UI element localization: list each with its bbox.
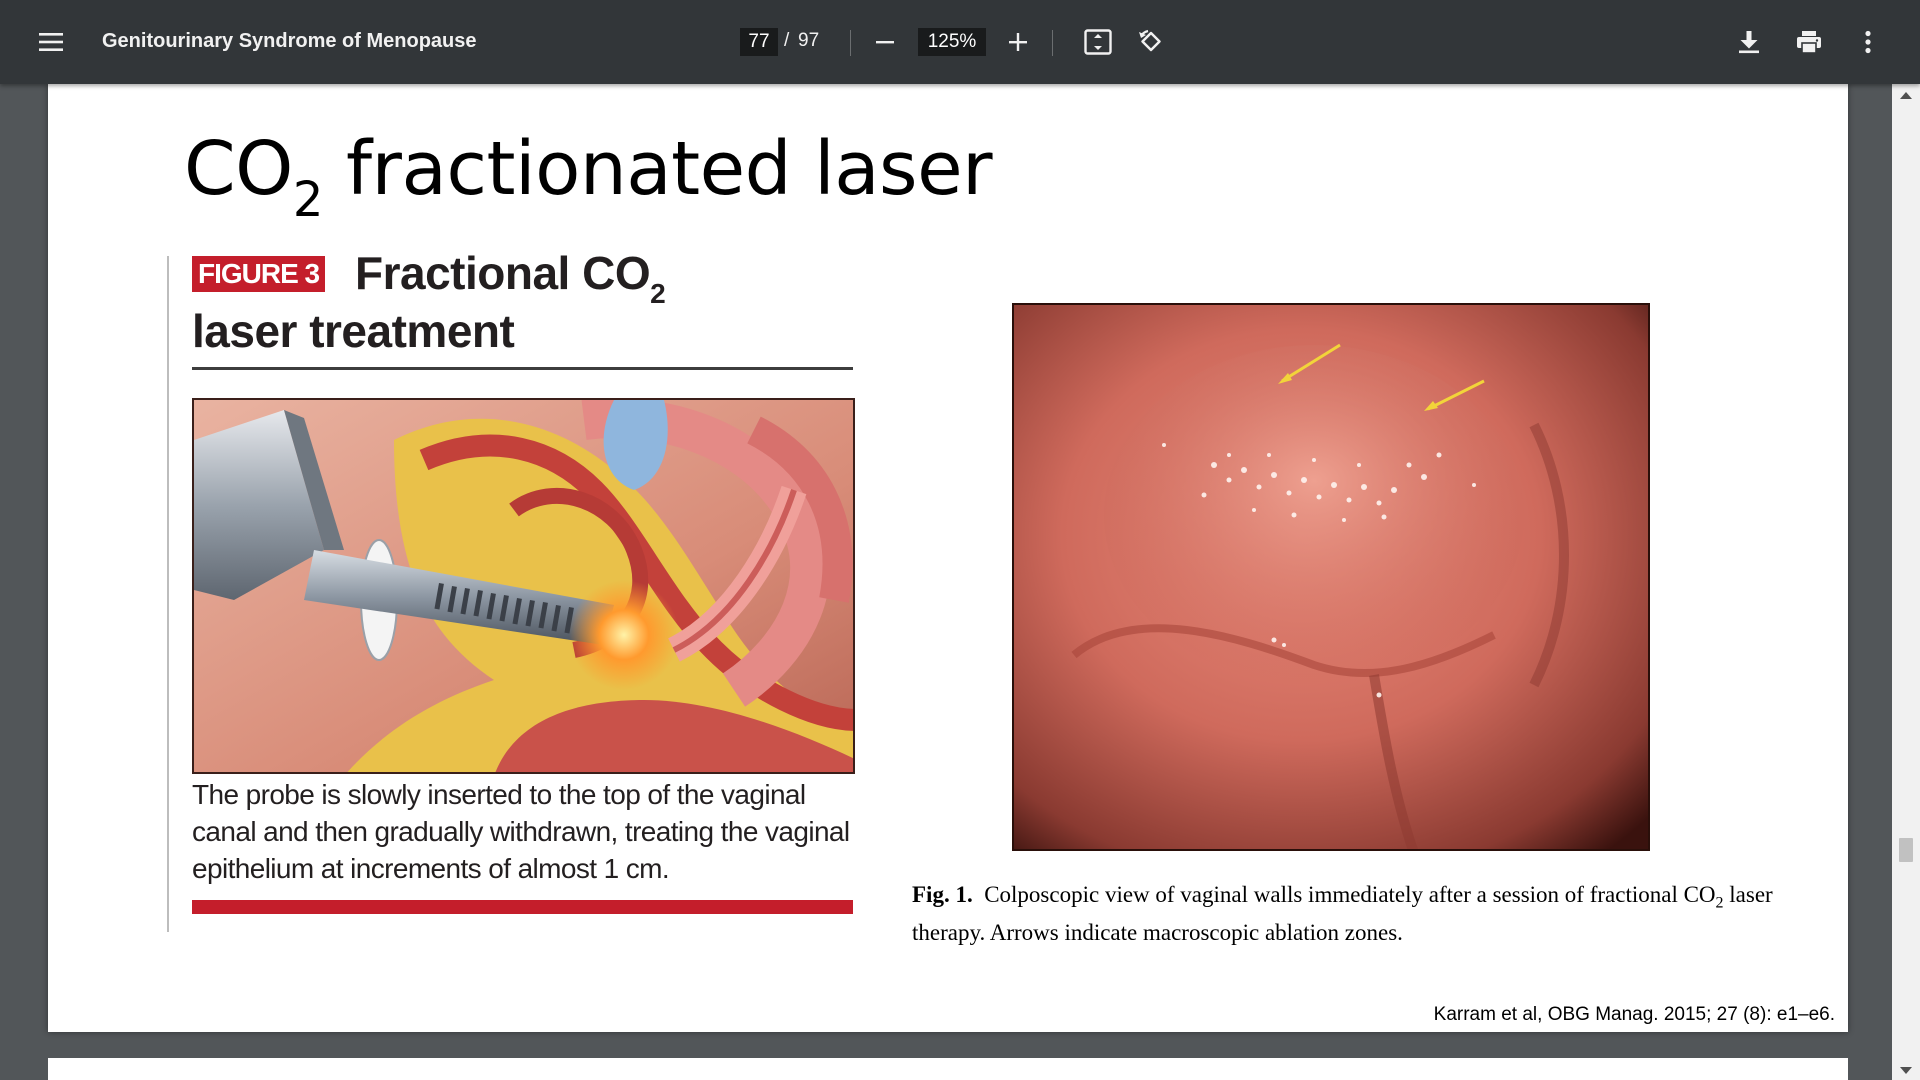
print-icon [1797,31,1821,54]
title-subscript: 2 [292,172,324,228]
download-button[interactable] [1729,22,1769,62]
zoom-out-icon [876,41,894,44]
photo-caption-label: Fig. 1. [912,882,973,907]
zoom-in-icon [1009,33,1027,51]
zoom-level-input[interactable]: 125% [918,28,986,56]
figure-heading: Fractional CO2 [355,246,666,310]
title-rest: fractionated laser [322,126,993,212]
figure-caption: The probe is slowly inserted to the top … [192,779,850,884]
figure-heading-subscript: 2 [650,278,666,309]
menu-icon [39,33,63,51]
photo-caption-text: Colposcopic view of vaginal walls immedi… [984,882,1716,907]
pdf-page: CO2 fractionated laser FIGURE 3 Fraction… [48,84,1848,1032]
toolbar-divider [850,30,851,56]
menu-button[interactable] [31,22,71,62]
photo-caption-subscript: 2 [1715,894,1724,912]
rotate-icon [1139,29,1161,52]
fit-page-button[interactable] [1078,22,1118,62]
more-vert-icon [1865,30,1871,54]
vertical-scrollbar[interactable] [1892,84,1920,1080]
photo-caption: Fig. 1. Colposcopic view of vaginal wall… [912,880,1792,947]
page-separator: / [784,30,790,51]
figure-heading-line2: laser treatment [192,305,515,357]
figure-rule [192,367,853,370]
laser-probe-illustration [192,398,855,774]
next-pdf-page [48,1058,1848,1080]
rotate-button[interactable] [1131,22,1171,62]
more-options-button[interactable] [1848,22,1888,62]
zoom-out-button[interactable] [865,22,905,62]
title-main: CO [184,126,293,212]
figure-divider-line [167,256,169,932]
page-total: 97 [798,30,820,51]
figure-red-bar [192,900,853,914]
scrollbar-thumb[interactable] [1899,838,1913,862]
document-title: Genitourinary Syndrome of Menopause [102,30,477,52]
citation: Karram et al, OBG Manag. 2015; 27 (8): e… [1433,1004,1835,1025]
figure-badge: FIGURE 3 [192,256,326,292]
download-icon [1739,31,1759,54]
figure-heading-text: Fractional CO [355,247,651,299]
toolbar-divider [1052,30,1053,56]
page-number-input[interactable]: 77 [740,28,778,56]
scroll-down-arrow-icon[interactable] [1900,1067,1912,1074]
slide-title: CO2 fractionated laser [184,126,993,228]
colposcopic-photo [1012,303,1650,851]
zoom-in-button[interactable] [998,22,1038,62]
fit-page-icon [1084,29,1112,55]
scroll-up-arrow-icon[interactable] [1900,92,1912,99]
pdf-toolbar: Genitourinary Syndrome of Menopause 77 /… [0,0,1920,84]
print-button[interactable] [1789,22,1829,62]
